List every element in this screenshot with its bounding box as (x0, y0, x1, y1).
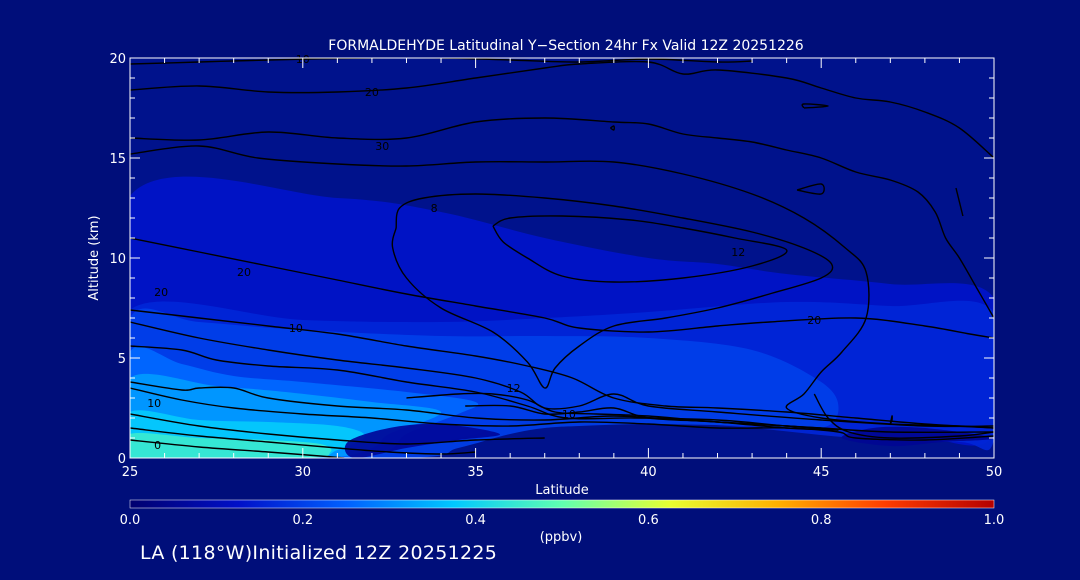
y-tick-label: 10 (109, 252, 126, 267)
x-tick-label: 50 (986, 465, 1003, 480)
colorbar-tick-label: 0.2 (292, 513, 313, 528)
y-axis-label: Altitude (km) (87, 215, 102, 300)
contour-label: 20 (237, 266, 251, 279)
y-tick-label: 0 (118, 452, 126, 467)
contour-label: 10 (147, 397, 161, 410)
colorbar-tick-label: 0.8 (811, 513, 832, 528)
contour-label: 30 (375, 140, 389, 153)
contour-label: 20 (807, 314, 821, 327)
colorbar-label: (ppbv) (540, 530, 583, 545)
figure: 10 20 30 20 20 8 12 10 20 12 10 10 0 25 30 35 40 45 50 0 5… (0, 0, 1080, 576)
x-tick-label: 40 (640, 465, 657, 480)
x-tick-label: 25 (122, 465, 139, 480)
colorbar-tick-label: 1.0 (984, 513, 1005, 528)
x-tick-label: 45 (813, 465, 830, 480)
cross-section-chart: 10 20 30 20 20 8 12 10 20 12 10 10 0 25 30 35 40 45 50 0 5… (87, 38, 1005, 545)
x-tick-label: 35 (467, 465, 484, 480)
contour-label: 12 (731, 246, 745, 259)
contour-label: 20 (365, 86, 379, 99)
contour-label: 20 (154, 286, 168, 299)
contour-label: 10 (289, 322, 303, 335)
y-tick-label: 5 (118, 352, 126, 367)
y-tick-label: 15 (109, 152, 126, 167)
colorbar-tick-label: 0.6 (638, 513, 659, 528)
chart-title: FORMALDEHYDE Latitudinal Y−Section 24hr … (328, 38, 804, 54)
contour-label: 8 (431, 202, 438, 215)
colorbar-ticks: 0.0 0.2 0.4 0.6 0.8 1.0 (120, 513, 1005, 528)
contour-label: 10 (562, 408, 576, 421)
y-tick-label: 20 (109, 52, 126, 67)
initialized-info: LA (118°W)Initialized 12Z 20251225 (140, 542, 498, 564)
contour-label: 12 (507, 382, 521, 395)
colorbar-tick-label: 0.0 (120, 513, 141, 528)
x-tick-label: 30 (295, 465, 312, 480)
colorbar (129, 499, 995, 509)
colorbar-tick-label: 0.4 (465, 513, 486, 528)
contour-label: 0 (154, 439, 161, 452)
x-axis-label: Latitude (535, 483, 589, 498)
